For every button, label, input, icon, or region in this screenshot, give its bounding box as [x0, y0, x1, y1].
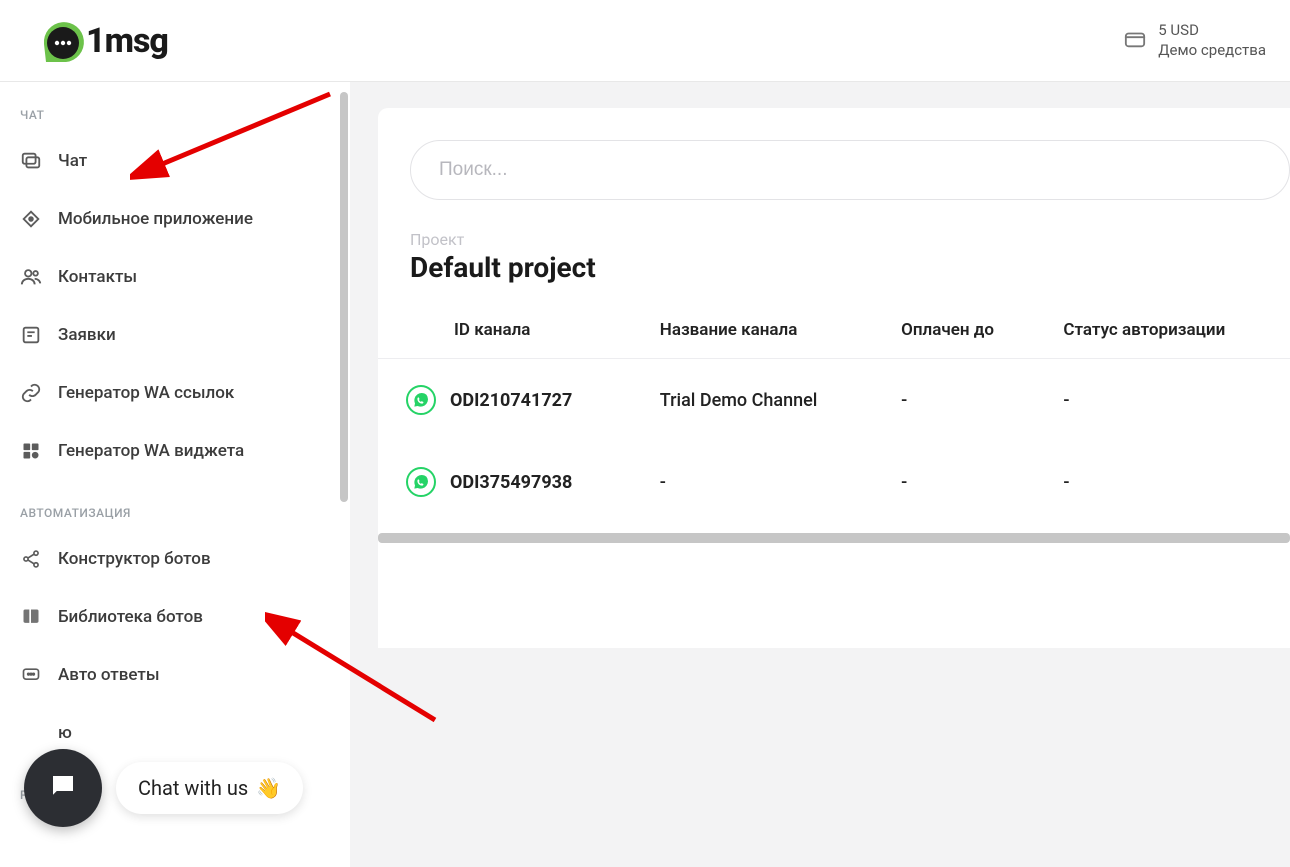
- chat-icon: [20, 150, 42, 172]
- sidebar-item-label: Генератор WA виджета: [58, 441, 244, 461]
- brand-mark-icon: [36, 14, 90, 68]
- contacts-icon: [20, 266, 42, 288]
- sidebar-item-label: Контакты: [58, 267, 137, 287]
- chat-widget-button[interactable]: [24, 749, 102, 827]
- wave-emoji-icon: 👋: [256, 776, 281, 800]
- sidebar-item-label: Авто ответы: [58, 665, 160, 685]
- cell-auth-status: -: [1043, 359, 1290, 442]
- sidebar-item-chat[interactable]: Чат: [0, 132, 340, 190]
- channels-table: ID канала Название канала Оплачен до Ста…: [378, 302, 1290, 523]
- sidebar-item-requests[interactable]: Заявки: [0, 306, 340, 364]
- sidebar-item-mobile-app[interactable]: Мобильное приложение: [0, 190, 340, 248]
- whatsapp-icon: [406, 467, 436, 497]
- link-icon: [20, 382, 42, 404]
- sidebar-item-label: Чат: [58, 151, 87, 171]
- balance-amount: 5 USD: [1158, 21, 1266, 41]
- cell-paid-until: -: [881, 359, 1043, 442]
- brand-logo[interactable]: 1msg: [36, 14, 168, 68]
- wallet-icon: [1124, 28, 1146, 54]
- sidebar-item-label: ю: [58, 723, 72, 743]
- table-horizontal-scrollbar[interactable]: [378, 533, 1290, 543]
- sidebar-item-label: Мобильное приложение: [58, 209, 253, 229]
- balance-block[interactable]: 5 USD Демо средства: [1124, 21, 1266, 60]
- project-name: Default project: [410, 251, 1290, 284]
- sidebar-item-contacts[interactable]: Контакты: [0, 248, 340, 306]
- sidebar-item-bot-builder[interactable]: Конструктор ботов: [0, 530, 340, 588]
- cell-id: ODI375497938: [450, 472, 572, 493]
- cell-name: -: [640, 441, 881, 523]
- col-id: ID канала: [378, 302, 640, 359]
- project-label: Проект: [410, 230, 1290, 249]
- widget-icon: [20, 440, 42, 462]
- chat-widget: Chat with us 👋: [24, 749, 303, 827]
- sidebar-item-label: Конструктор ботов: [58, 549, 211, 569]
- cell-auth-status: -: [1043, 441, 1290, 523]
- chat-bubble-icon: [48, 771, 78, 805]
- auto-reply-icon: [20, 664, 42, 686]
- sidebar-section-automation-label: АВТОМАТИЗАЦИЯ: [0, 480, 340, 530]
- project-card: Проект Default project ID канала Названи…: [378, 108, 1290, 648]
- col-paid-until: Оплачен до: [881, 302, 1043, 359]
- sidebar-item-wa-link-gen[interactable]: Генератор WA ссылок: [0, 364, 340, 422]
- col-name: Название канала: [640, 302, 881, 359]
- sidebar-scrollbar[interactable]: [340, 92, 348, 502]
- cell-name: Trial Demo Channel: [640, 359, 881, 442]
- sidebar-item-wa-widget-gen[interactable]: Генератор WA виджета: [0, 422, 340, 480]
- blank-icon: [20, 722, 42, 744]
- header: 1msg 5 USD Демо средства: [0, 0, 1290, 82]
- requests-icon: [20, 324, 42, 346]
- sidebar-item-bot-library[interactable]: Библиотека ботов: [0, 588, 340, 646]
- sidebar-section-chat-label: ЧАТ: [0, 82, 340, 132]
- table-header-row: ID канала Название канала Оплачен до Ста…: [378, 302, 1290, 359]
- sidebar-item-label: Генератор WA ссылок: [58, 383, 234, 403]
- sidebar-item-label: Заявки: [58, 325, 116, 345]
- brand-name: 1msg: [86, 21, 168, 61]
- col-auth-status: Статус авторизации: [1043, 302, 1290, 359]
- mobile-icon: [20, 208, 42, 230]
- cell-paid-until: -: [881, 441, 1043, 523]
- share-icon: [20, 548, 42, 570]
- cell-id: ODI210741727: [450, 390, 572, 411]
- sidebar-item-auto-replies[interactable]: Авто ответы: [0, 646, 340, 704]
- main-content: Проект Default project ID канала Названи…: [350, 82, 1290, 867]
- whatsapp-icon: [406, 385, 436, 415]
- table-row[interactable]: ODI210741727 Trial Demo Channel - -: [378, 359, 1290, 442]
- balance-label: Демо средства: [1158, 41, 1266, 61]
- table-row[interactable]: ODI375497938 - - -: [378, 441, 1290, 523]
- chat-widget-text: Chat with us: [138, 776, 248, 800]
- search-input[interactable]: [410, 140, 1290, 200]
- sidebar-item-label: Библиотека ботов: [58, 607, 203, 627]
- chat-widget-pill[interactable]: Chat with us 👋: [116, 762, 303, 814]
- book-icon: [20, 606, 42, 628]
